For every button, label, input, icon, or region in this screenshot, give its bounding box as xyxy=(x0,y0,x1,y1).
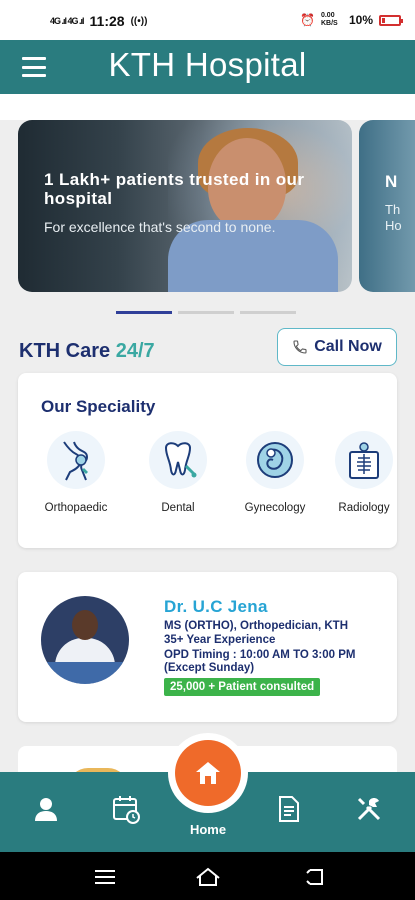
battery-percent: 10% xyxy=(348,13,373,27)
recent-apps-icon[interactable] xyxy=(93,866,117,888)
nav-home-label: Home xyxy=(189,822,227,837)
tooth-icon xyxy=(149,431,207,489)
speciality-label: Gynecology xyxy=(244,502,306,514)
tools-icon xyxy=(357,797,381,821)
nav-profile[interactable] xyxy=(31,794,61,824)
system-home-icon[interactable] xyxy=(195,866,221,888)
calendar-icon xyxy=(113,796,140,824)
home-icon xyxy=(196,762,220,784)
speciality-item-gynecology[interactable]: Gynecology xyxy=(230,431,320,514)
banner-2-subtext: Th Ho xyxy=(385,202,402,233)
call-now-label: Call Now xyxy=(314,338,382,355)
doctor-avatar xyxy=(41,596,129,684)
care-title: KTH Care 24/7 xyxy=(19,340,155,363)
nav-services[interactable] xyxy=(354,794,384,824)
battery-icon xyxy=(379,14,403,26)
xray-icon xyxy=(335,431,393,489)
care-title-accent: 24/7 xyxy=(115,340,155,362)
speciality-label: Radiology xyxy=(338,502,390,514)
nav-appointments[interactable] xyxy=(111,794,141,824)
speciality-item-dental[interactable]: Dental xyxy=(133,431,223,514)
doctor-qualification: MS (ORTHO), Orthopedician, KTH xyxy=(164,620,348,632)
back-icon[interactable] xyxy=(304,866,328,888)
speciality-title: Our Speciality xyxy=(41,397,156,416)
doctor-experience: 35+ Year Experience xyxy=(164,634,276,646)
carousel-dot[interactable] xyxy=(240,311,296,314)
banner-slide-1[interactable]: 1 Lakh+ patients trusted in our hospital… xyxy=(18,120,352,292)
phone-icon xyxy=(293,340,307,354)
alarm-icon: ⏰ xyxy=(300,13,315,27)
banner-slide-2[interactable]: N Th Ho xyxy=(359,120,415,292)
document-icon xyxy=(279,796,299,822)
speciality-item-radiology[interactable]: Radiology xyxy=(319,431,409,514)
carousel-dot-active[interactable] xyxy=(116,311,172,314)
doctor-name: Dr. U.C Jena xyxy=(164,597,268,616)
speciality-label: Dental xyxy=(161,502,195,514)
profile-icon xyxy=(35,798,57,821)
network-speed: 0.00 KB/S xyxy=(320,12,338,27)
app-title: KTH Hospital xyxy=(108,46,307,83)
speciality-list: Orthopaedic Dental Gynecology Radiology xyxy=(18,431,397,521)
status-time: 11:28 xyxy=(89,13,125,29)
doctor-opd-timing: OPD Timing : 10:00 AM TO 3:00 PM xyxy=(164,649,356,661)
status-bar: 4G .ıl 4G .ıl 11:28 ((•)) ⏰ 0.00 KB/S 10… xyxy=(0,0,415,40)
status-right: ⏰ 0.00 KB/S 10% xyxy=(300,12,403,28)
carousel-dot[interactable] xyxy=(178,311,234,314)
header-spacer xyxy=(0,94,415,120)
banner-subtext: For excellence that's second to none. xyxy=(44,219,276,235)
doctor-opd-note: (Except Sunday) xyxy=(164,662,255,674)
status-left: 4G .ıl 4G .ıl 11:28 ((•)) xyxy=(50,13,147,29)
call-now-button[interactable]: Call Now xyxy=(277,328,397,366)
system-navigation-bar xyxy=(0,852,415,900)
speciality-card: Our Speciality Orthopaedic Dental Gyneco… xyxy=(18,373,397,548)
banner-2-headline: N xyxy=(385,172,398,191)
speciality-item-orthopaedic[interactable]: Orthopaedic xyxy=(31,431,121,514)
app-header: KTH Hospital xyxy=(0,40,415,94)
carousel-indicator xyxy=(116,311,296,314)
patients-consulted-badge: 25,000 + Patient consulted xyxy=(164,678,321,696)
speciality-label: Orthopaedic xyxy=(44,502,108,514)
nfc-icon: ((•)) xyxy=(130,15,148,27)
nav-reports[interactable] xyxy=(274,794,304,824)
banner-text: 1 Lakh+ patients trusted in our hospital… xyxy=(44,170,324,235)
fetus-icon xyxy=(246,431,304,489)
signal-icon: 4G .ıl 4G .ıl xyxy=(50,16,85,26)
care-title-main: KTH Care xyxy=(19,340,111,362)
knee-joint-icon xyxy=(47,431,105,489)
nav-home[interactable] xyxy=(175,740,241,806)
doctor-card[interactable]: Dr. U.C Jena MS (ORTHO), Orthopedician, … xyxy=(18,572,397,722)
banner-headline: 1 Lakh+ patients trusted in our hospital xyxy=(44,170,305,208)
